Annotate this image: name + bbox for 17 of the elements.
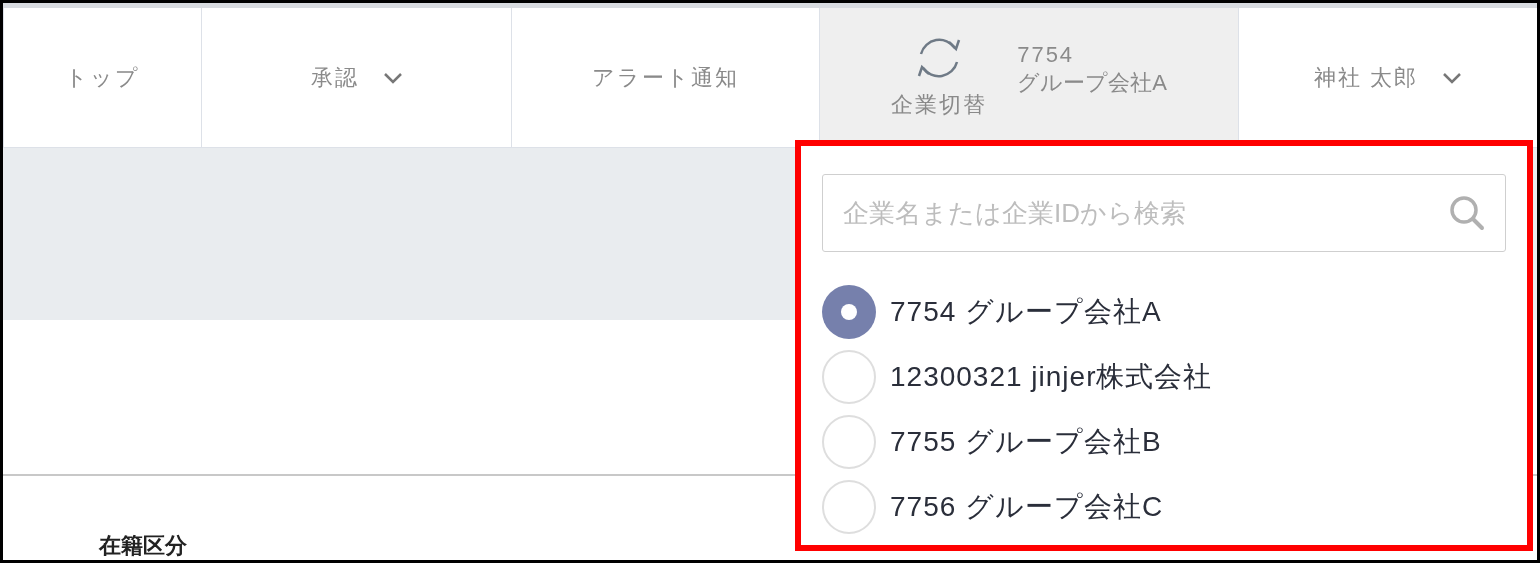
nav-link[interactable]: トップ	[65, 61, 140, 94]
search-field[interactable]: 企業名または企業IDから検索	[822, 174, 1506, 252]
section-heading: 在籍区分	[99, 533, 187, 558]
nav-link[interactable]: アラート通知	[592, 61, 739, 94]
search-icon	[1448, 194, 1486, 232]
company-option[interactable]: 7756 グループ会社C	[822, 480, 1506, 534]
nav-menu[interactable]: 承認	[310, 61, 403, 94]
radio-button[interactable]	[822, 480, 876, 534]
company-option[interactable]: 7754 グループ会社A	[822, 285, 1506, 339]
company-option[interactable]: 7755 グループ会社B	[822, 415, 1506, 469]
company-option[interactable]: 12300321 jinjer株式会社	[822, 350, 1506, 404]
nav-menu[interactable]: 神社 太郎	[1313, 61, 1463, 94]
radio-button[interactable]	[822, 350, 876, 404]
chevron-down-icon	[382, 71, 403, 84]
chevron-down-icon	[1442, 71, 1463, 84]
radio-button[interactable]	[822, 285, 876, 339]
radio-button[interactable]	[822, 415, 876, 469]
